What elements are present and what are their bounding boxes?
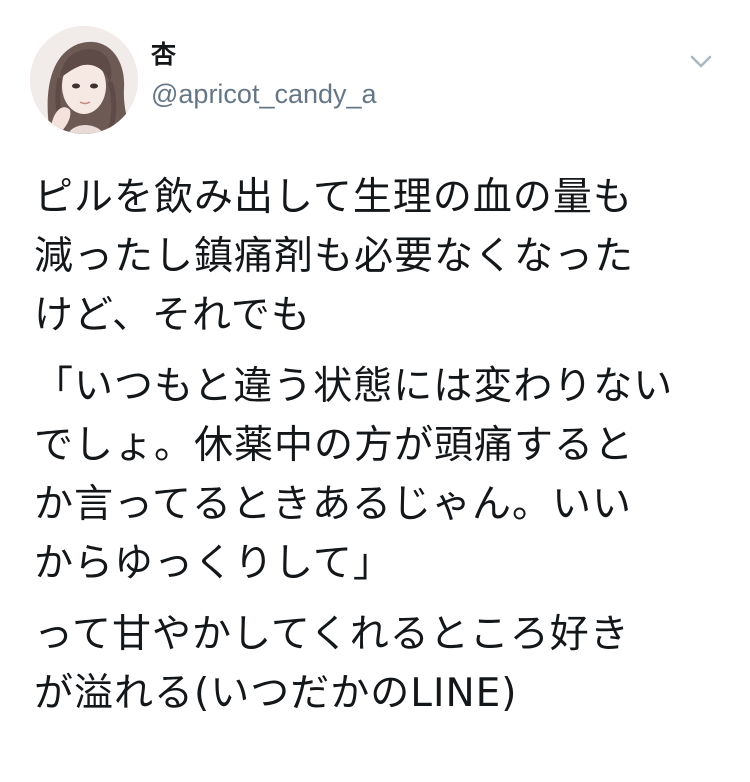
- tweet-header: 杏 @apricot_candy_a: [30, 26, 730, 136]
- text-line: か言ってるときあるじゃん。いい: [34, 482, 633, 527]
- text-line: 減ったし鎮痛剤も必要なくなった: [34, 234, 635, 279]
- text-line: が溢れる(いつだかのLINE): [34, 671, 518, 716]
- author-name[interactable]: 杏: [151, 40, 176, 70]
- text-line: けど、それでも: [34, 293, 311, 338]
- text-line: でしょ。休薬中の方が頭痛すると: [34, 423, 635, 468]
- author-handle[interactable]: @apricot_candy_a: [151, 78, 377, 110]
- avatar-illustration: [30, 26, 138, 134]
- tweet-paragraph: って甘やかしてくれるところ好き が溢れる(いつだかのLINE): [34, 605, 724, 723]
- avatar[interactable]: [30, 26, 138, 134]
- tweet-paragraph: 「いつもと違う状態には変わりない でしょ。休薬中の方が頭痛すると か言ってるとき…: [34, 357, 724, 593]
- chevron-down-icon[interactable]: [684, 44, 718, 78]
- text-line: 「いつもと違う状態には変わりない: [34, 364, 674, 409]
- text-line: って甘やかしてくれるところ好き: [34, 612, 630, 657]
- tweet-card: 杏 @apricot_candy_a ピルを飲み出して生理の血の量も 減ったし鎮…: [0, 0, 750, 782]
- tweet-text: ピルを飲み出して生理の血の量も 減ったし鎮痛剤も必要なくなった けど、それでも …: [34, 168, 724, 735]
- text-line: ピルを飲み出して生理の血の量も: [34, 175, 633, 220]
- tweet-paragraph: ピルを飲み出して生理の血の量も 減ったし鎮痛剤も必要なくなった けど、それでも: [34, 168, 724, 345]
- text-line: からゆっくりして」: [34, 541, 393, 586]
